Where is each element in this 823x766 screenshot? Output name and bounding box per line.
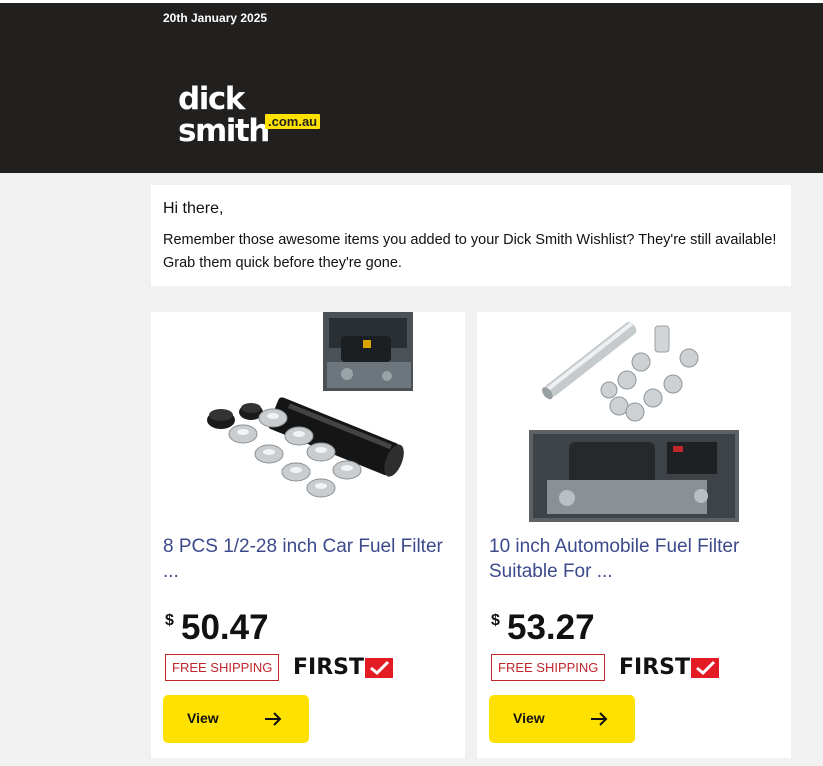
free-shipping-badge: FREE SHIPPING — [491, 654, 606, 681]
product-image-fuel-filter-tube[interactable] — [477, 312, 791, 524]
greeting-salutation: Hi there, — [163, 200, 224, 217]
first-badge-text: FIRST — [293, 655, 365, 680]
checkmark-icon — [365, 658, 393, 678]
price-amount: 50.47 — [181, 608, 269, 647]
arrow-right-icon — [591, 712, 608, 726]
product-card: 10 inch Automobile Fuel Filter Suitable … — [477, 312, 791, 758]
view-button[interactable]: View — [163, 695, 309, 743]
view-button-label: View — [187, 710, 219, 726]
greeting-panel: Hi there, Remember those awesome items y… — [151, 185, 791, 286]
product-title[interactable]: 10 inch Automobile Fuel Filter Suitable … — [489, 534, 779, 584]
price-currency: $ — [165, 612, 174, 629]
dick-smith-logo[interactable]: dick smith .com.au — [178, 83, 330, 147]
product-image-fuel-filter-kit[interactable] — [151, 312, 465, 524]
logo-domain-tag: .com.au — [265, 114, 321, 129]
free-shipping-badge: FREE SHIPPING — [165, 654, 280, 681]
email-header: 20th January 2025 dick smith .com.au — [0, 3, 823, 173]
email-date: 20th January 2025 — [163, 11, 268, 25]
price-currency: $ — [491, 612, 500, 629]
greeting-message: Remember those awesome items you added t… — [163, 232, 777, 271]
product-title[interactable]: 8 PCS 1/2-28 inch Car Fuel Filter ... — [163, 534, 453, 584]
checkmark-icon — [691, 658, 719, 678]
price-amount: 53.27 — [507, 608, 595, 647]
product-card: 8 PCS 1/2-28 inch Car Fuel Filter ... $ … — [151, 312, 465, 758]
view-button-label: View — [513, 710, 545, 726]
view-button[interactable]: View — [489, 695, 635, 743]
first-badge-text: FIRST — [619, 655, 691, 680]
arrow-right-icon — [265, 712, 282, 726]
